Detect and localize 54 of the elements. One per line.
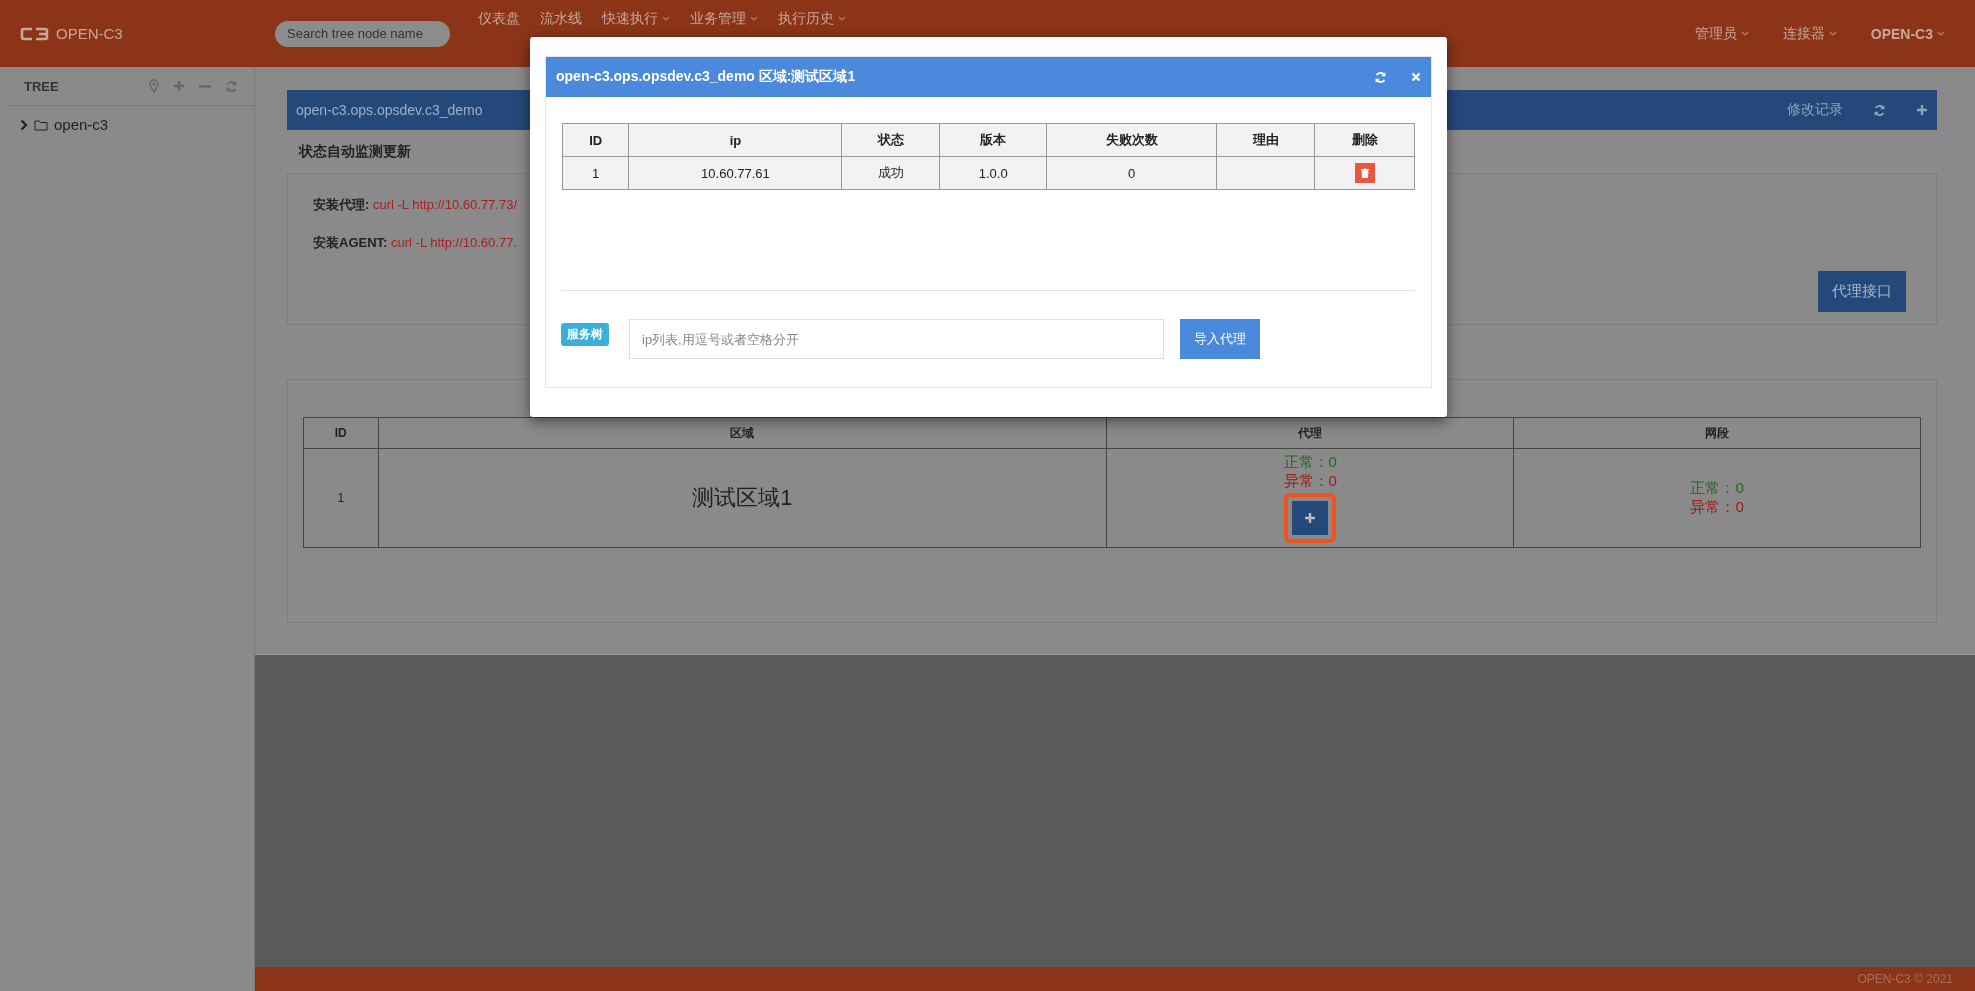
abnormal-count: 异常：0 (1282, 472, 1338, 491)
plus-icon[interactable] (1304, 512, 1317, 524)
nav-menu-item[interactable]: 执行历史 (768, 0, 856, 67)
folder-icon (34, 118, 48, 131)
column-header: 失败次数 (1046, 123, 1217, 157)
footer-copyright: OPEN-C3 © 2021 (1857, 972, 1953, 986)
column-header: 状态 (841, 123, 940, 157)
delete-button[interactable] (1354, 163, 1375, 183)
column-header: 版本 (939, 123, 1047, 157)
normal-count: 正常：0 (1689, 479, 1745, 498)
table-cell: 测试区域1 (378, 448, 1107, 548)
column-header: ip (628, 123, 842, 157)
panel-title: open-c3.ops.opsdev.c3_demo (296, 102, 484, 118)
column-header: ID (562, 123, 629, 157)
chevron-icon[interactable] (20, 118, 28, 131)
add-button[interactable] (1292, 501, 1329, 535)
tree-node-label[interactable]: open-c3 (54, 116, 109, 133)
modal-title: open-c3.ops.opsdev.c3_demo 区域:测试区域1 (556, 68, 857, 86)
ip-list-input[interactable]: ip列表,用逗号或者空格分开 (629, 319, 1164, 359)
table-cell: 1 (303, 448, 379, 548)
search-field[interactable]: Search tree node name (275, 20, 450, 47)
trash-icon (1360, 168, 1369, 178)
install-command-line: 安装AGENT: curl -L http://10.60.77. (313, 234, 518, 252)
nav-menu-item[interactable]: 管理员 (1684, 0, 1759, 67)
column-header: 网段 (1513, 417, 1921, 449)
refresh-icon[interactable] (1873, 103, 1886, 117)
plus-icon[interactable] (1916, 104, 1928, 116)
column-header: ID (303, 417, 379, 449)
proxy-api-button[interactable]: 代理接口 (1818, 271, 1906, 312)
nav-menu-item[interactable]: 快速执行 (592, 0, 680, 67)
install-command-line: 安装代理: curl -L http://10.60.77.73/ (313, 196, 519, 214)
nav-menu-item[interactable]: 业务管理 (680, 0, 768, 67)
table-cell: 10.60.77.61 (628, 156, 842, 190)
table-cell: 成功 (841, 156, 940, 190)
app-logo-text: OPEN-C3 (56, 25, 123, 42)
column-header: 删除 (1314, 123, 1415, 157)
table-cell: 0 (1046, 156, 1217, 190)
column-header: 理由 (1216, 123, 1315, 157)
table-cell: 1.0.0 (939, 156, 1047, 190)
column-header: 代理 (1106, 417, 1514, 449)
service-tree-tag[interactable]: 服务树 (561, 323, 609, 346)
logo-icon (20, 25, 50, 42)
close-icon[interactable] (1411, 72, 1421, 82)
nav-menu-item[interactable]: OPEN-C3 (1860, 0, 1955, 67)
normal-count: 正常：0 (1282, 453, 1338, 472)
history-link[interactable]: 修改记录 (1787, 101, 1843, 119)
nav-menu-item[interactable]: 仪表盘 (468, 0, 530, 67)
abnormal-count: 异常：0 (1689, 498, 1745, 517)
section-subtitle: 状态自动监测更新 (299, 143, 411, 161)
table-cell: 1 (562, 156, 629, 190)
import-proxy-button[interactable]: 导入代理 (1180, 319, 1260, 359)
nav-menu-item[interactable]: 连接器 (1772, 0, 1847, 67)
tree-title: TREE (24, 78, 60, 94)
column-header: 区域 (378, 417, 1107, 449)
